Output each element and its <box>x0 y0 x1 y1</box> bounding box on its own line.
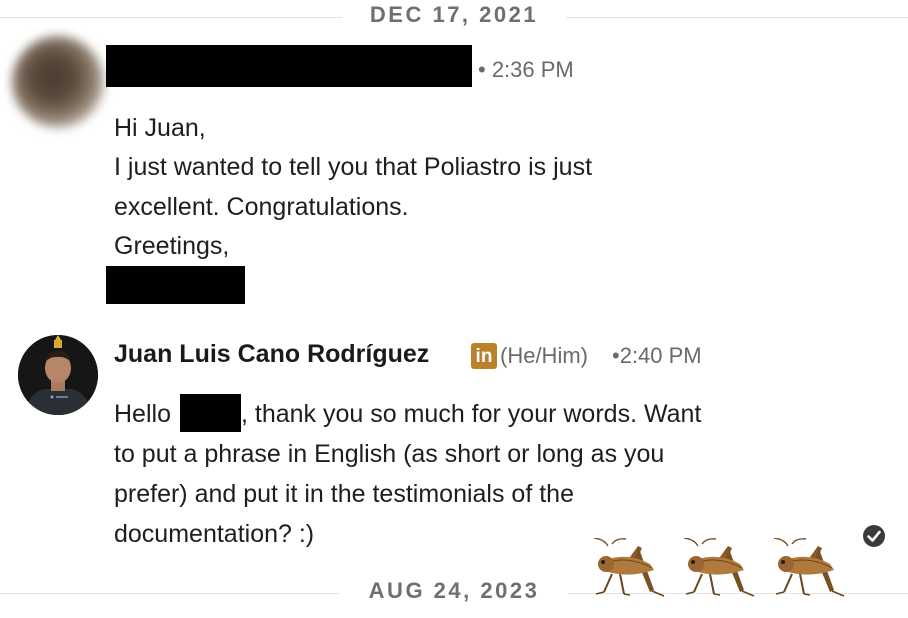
message-line: documentation? :) <box>114 520 315 548</box>
avatar-photo <box>18 335 98 415</box>
avatar[interactable] <box>12 36 104 128</box>
message-line: Hi Juan, <box>114 114 206 142</box>
cricket-icon <box>683 538 755 597</box>
redacted-signature <box>106 266 245 304</box>
message-line: excellent. Congratulations. <box>114 193 409 221</box>
pronouns: (He/Him) <box>500 343 588 368</box>
redacted-sender-name <box>106 45 472 87</box>
linkedin-icon: in <box>471 343 497 369</box>
cricket-icon <box>593 538 665 597</box>
message-timestamp: • 2:36 PM <box>478 57 574 82</box>
date-divider-label: DEC 17, 2021 <box>369 2 539 27</box>
message-line: prefer) and put it in the testimonials o… <box>114 480 574 508</box>
date-divider: DEC 17, 2021 <box>0 2 908 32</box>
read-receipt-check-icon <box>863 525 885 547</box>
message-line: Hello <box>114 400 171 428</box>
redacted-recipient-name <box>180 394 241 432</box>
message-line: Greetings, <box>114 232 230 260</box>
sender-name[interactable]: Juan Luis Cano Rodríguez <box>114 340 429 369</box>
message-line: I just wanted to tell you that Poliastro… <box>114 153 593 181</box>
message-line: , thank you so much for your words. Want <box>241 400 702 428</box>
cricket-icon <box>773 538 845 597</box>
avatar[interactable] <box>18 335 98 415</box>
message-timestamp: •2:40 PM <box>612 343 702 368</box>
message-line: to put a phrase in English (as short or … <box>114 440 665 468</box>
